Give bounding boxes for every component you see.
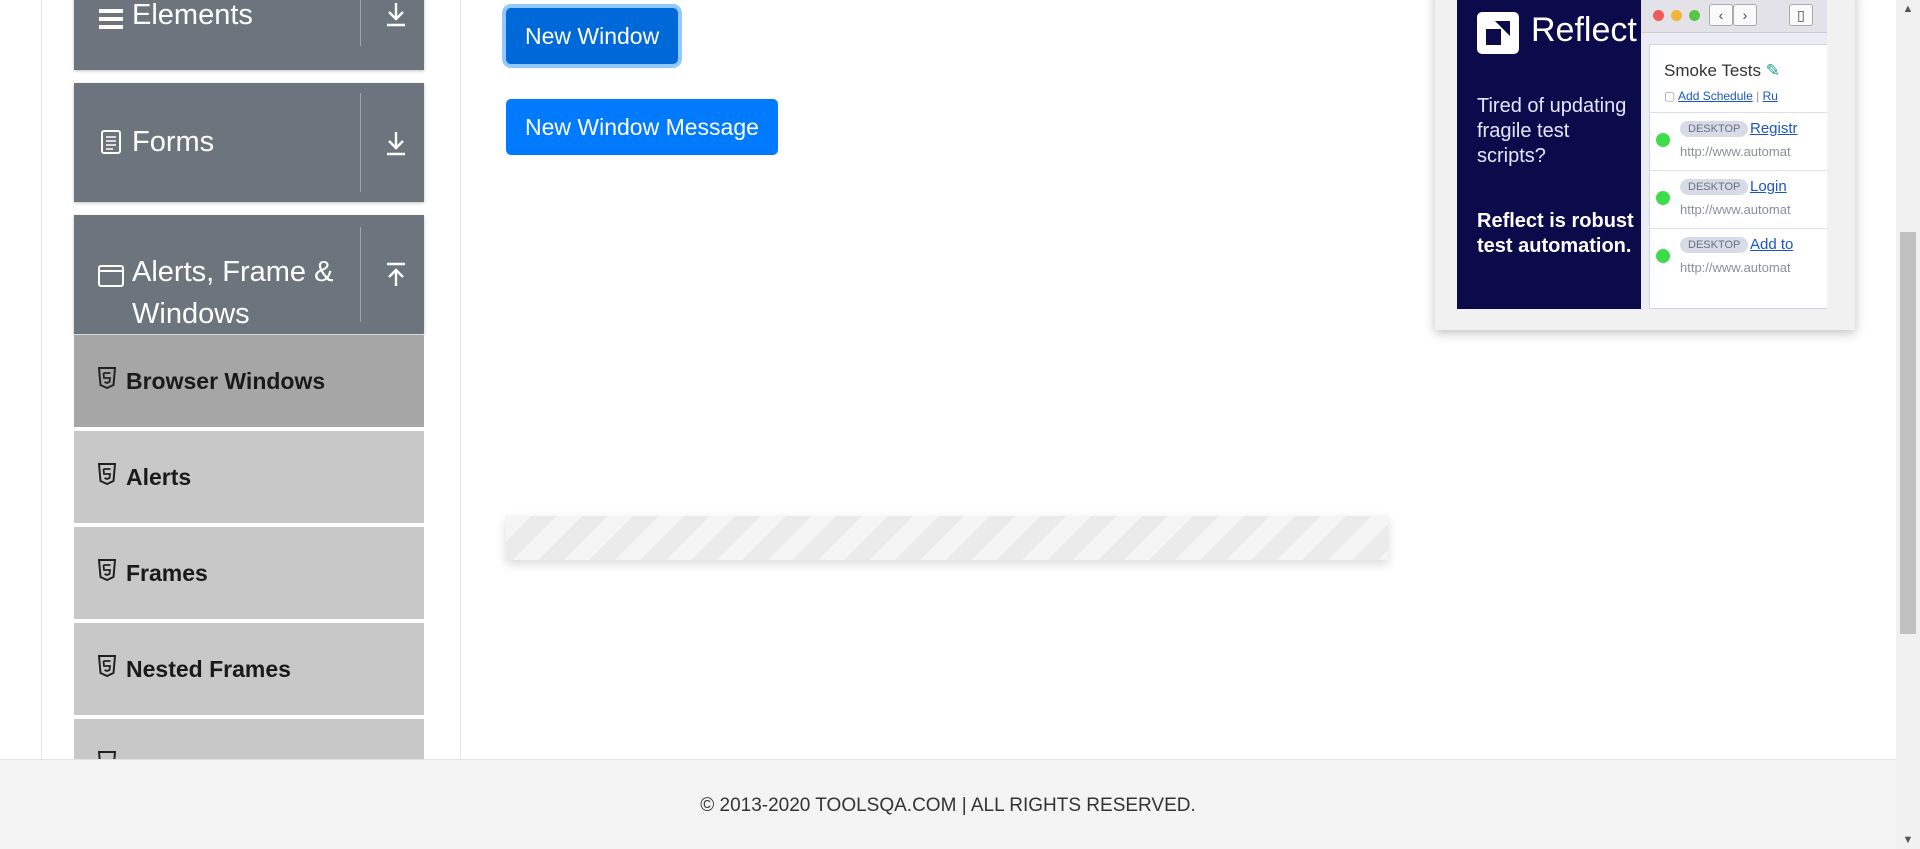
sidebar-item-label: Browser Windows (126, 368, 326, 394)
group-elements-label: Elements (132, 0, 253, 31)
new-window-button[interactable]: New Window (506, 8, 679, 64)
group-elements[interactable]: Elements (74, 0, 424, 70)
platform-badge: DESKTOP (1680, 121, 1749, 137)
test-link: Registr (1750, 120, 1798, 137)
content-border (460, 0, 461, 759)
footer-copyright: © 2013-2020 TOOLSQA.COM | ALL RIGHTS RES… (700, 795, 1196, 816)
group-forms-label: Forms (132, 126, 215, 158)
ad-browser-toolbar: ‹ › ▯ (1641, 0, 1827, 33)
test-row: DESKTOP Add to http://www.automat (1650, 228, 1827, 287)
group-divider (360, 93, 361, 192)
upload-arrow-icon[interactable] (382, 261, 410, 289)
minimize-dot-icon (1671, 10, 1682, 21)
scroll-down-arrow-icon[interactable]: ▼ (1896, 831, 1920, 849)
calendar-icon: ▢ (1664, 89, 1676, 103)
panel-links: ▢ Add Schedule | Ru (1664, 89, 1778, 103)
status-dot-icon (1656, 133, 1670, 147)
html5-icon (97, 559, 117, 582)
reflect-ad[interactable]: Reflect Tired of updating fragile test s… (1435, 0, 1855, 330)
test-link: Login (1750, 178, 1787, 195)
ad-brand: Reflect (1531, 11, 1637, 49)
html5-icon (97, 367, 117, 390)
window-icon (98, 263, 124, 289)
back-icon: ‹ (1709, 4, 1733, 26)
download-arrow-icon[interactable] (382, 0, 410, 28)
ad-test-panel: Smoke Tests ✎ ▢ Add Schedule | Ru DESKTO… (1649, 44, 1827, 309)
group-forms[interactable]: Forms (74, 83, 424, 202)
link-separator: | (1756, 89, 1760, 103)
status-dot-icon (1656, 249, 1670, 263)
left-border (41, 0, 42, 759)
ad-question: Tired of updating fragile test scripts? (1477, 95, 1627, 167)
sidebar-item-label: Nested Frames (126, 656, 291, 682)
maximize-dot-icon (1689, 10, 1700, 21)
sidebar-toggle-icon: ▯ (1789, 4, 1813, 26)
html5-icon (97, 463, 117, 486)
test-row: DESKTOP Login http://www.automat (1650, 170, 1827, 229)
panel-title: Smoke Tests ✎ (1664, 61, 1780, 80)
sidebar-item-label: Alerts (126, 464, 192, 490)
hamburger-icon (98, 6, 124, 32)
run-link: Ru (1762, 89, 1778, 103)
sidebar-item-label: Frames (126, 560, 208, 586)
test-url: http://www.automat (1680, 202, 1791, 217)
ad-placeholder (506, 516, 1388, 560)
reflect-logo-icon (1477, 12, 1519, 54)
sidebar-item-alerts[interactable]: Alerts (74, 431, 424, 525)
close-dot-icon (1653, 10, 1664, 21)
test-row: DESKTOP Registr http://www.automat (1650, 112, 1827, 171)
new-window-message-button[interactable]: New Window Message (506, 99, 778, 155)
document-icon (98, 129, 124, 155)
group-divider (360, 0, 361, 46)
ad-screenshot: ‹ › ▯ Smoke Tests ✎ ▢ Add Schedule | Ru … (1641, 0, 1827, 309)
group-divider (360, 227, 361, 322)
test-url: http://www.automat (1680, 260, 1791, 275)
add-schedule-link: Add Schedule (1678, 89, 1753, 103)
group-alerts-frame-windows[interactable]: Alerts, Frame & Windows (74, 215, 424, 334)
status-dot-icon (1656, 191, 1670, 205)
sidebar-item-nested-frames[interactable]: Nested Frames (74, 623, 424, 717)
ad-left-panel: Reflect Tired of updating fragile test s… (1457, 0, 1641, 309)
test-link: Add to (1750, 236, 1794, 253)
sidebar-item-browser-windows[interactable]: Browser Windows (74, 335, 424, 429)
test-url: http://www.automat (1680, 144, 1791, 159)
pencil-icon: ✎ (1765, 61, 1780, 80)
scrollbar-thumb[interactable] (1900, 232, 1916, 634)
ad-tagline: Reflect is robust test automation. (1477, 210, 1634, 257)
page: Elements Forms Alerts, Frame & Windows B… (0, 0, 1896, 849)
html5-icon (97, 655, 117, 678)
sidebar-item-frames[interactable]: Frames (74, 527, 424, 621)
vertical-scrollbar[interactable]: ▲ ▼ (1896, 0, 1920, 849)
footer: © 2013-2020 TOOLSQA.COM | ALL RIGHTS RES… (0, 759, 1896, 849)
download-arrow-icon[interactable] (382, 129, 410, 157)
group-alerts-label: Alerts, Frame & Windows (132, 256, 334, 330)
scroll-up-arrow-icon[interactable]: ▲ (1896, 0, 1920, 18)
forward-icon: › (1733, 4, 1757, 26)
platform-badge: DESKTOP (1680, 179, 1749, 195)
platform-badge: DESKTOP (1680, 237, 1749, 253)
